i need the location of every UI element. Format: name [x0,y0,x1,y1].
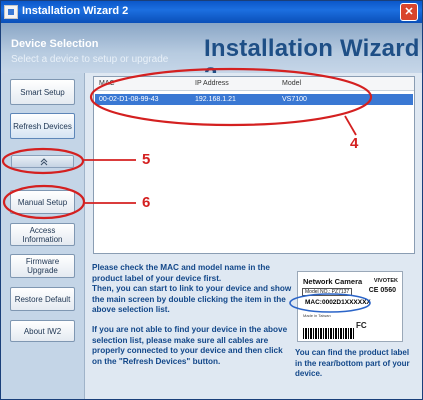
sidebar: Smart Setup Refresh Devices Manual Setup… [1,73,85,399]
column-header-mac[interactable]: MAC [99,80,115,87]
collapse-button[interactable] [11,155,74,168]
annotation-number-5: 5 [142,151,151,168]
column-header-model[interactable]: Model [282,80,301,87]
firmware-upgrade-button[interactable]: Firmware Upgrade [10,254,75,278]
instruction-paragraph: Please check the MAC and model name in t… [92,263,270,283]
window-title: Installation Wizard 2 [22,5,129,17]
annotation-number-4: 4 [350,135,359,152]
refresh-devices-button[interactable]: Refresh Devices [10,113,75,139]
device-mac: 00-02-D1-08-99-43 [99,96,159,103]
product-label-image: Network Camera VIVOTEK Model NO.: PZ7137… [297,271,403,342]
device-model: VS7100 [282,96,307,103]
label-made-in: Made in Taiwan [303,313,331,318]
page-hint: Select a device to setup or upgrade [11,54,169,65]
label-ce-mark: CE 0560 [368,287,396,294]
label-model: Model NO.: PZ7137 [302,288,353,296]
device-row[interactable]: 00-02-D1-08-99-43 192.168.1.21 VS7100 [95,94,413,105]
installation-wizard-window: Installation Wizard 2 ✕ Device Selection… [0,0,423,400]
label-mac: MAC:0002D1XXXXXX [305,299,371,306]
device-ip: 192.168.1.21 [195,96,236,103]
about-button[interactable]: About IW2 [10,320,75,342]
main-panel: MAC IP Address Model 00-02-D1-08-99-43 1… [86,73,422,399]
instruction-paragraph: Then, you can start to link to your devi… [92,284,292,315]
page-subtitle: Device Selection [11,38,99,50]
instructions: Please check the MAC and model name in t… [92,263,292,376]
app-icon [4,5,18,19]
restore-default-button[interactable]: Restore Default [10,287,75,311]
barcode [303,328,355,339]
access-information-button[interactable]: Access Information [10,223,75,246]
device-list-header: MAC IP Address Model [94,77,414,91]
title-bar: Installation Wizard 2 ✕ [1,1,422,23]
manual-setup-button[interactable]: Manual Setup [10,190,75,214]
column-header-ip[interactable]: IP Address [195,80,229,87]
label-title: Network Camera [303,277,363,286]
double-chevron-up-icon [40,158,48,166]
label-caption: You can find the product label in the re… [295,348,410,378]
label-fc-mark: FC [356,321,367,330]
label-brand: VIVOTEK [373,278,398,284]
instruction-paragraph: If you are not able to find your device … [92,324,288,366]
smart-setup-button[interactable]: Smart Setup [10,79,75,105]
header-banner: Device Selection Select a device to setu… [1,23,422,90]
close-button[interactable]: ✕ [400,3,418,21]
annotation-number-6: 6 [142,194,151,211]
